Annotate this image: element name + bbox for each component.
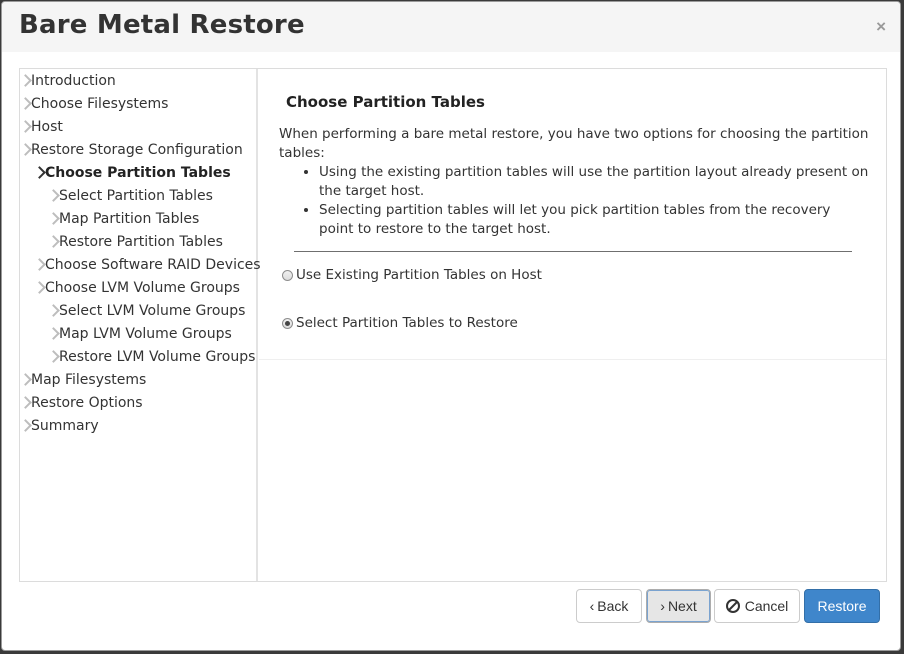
sidebar-step-item[interactable]: Choose Partition Tables: [20, 163, 256, 186]
chevron-right-icon: [47, 304, 60, 317]
sidebar-step-label: Choose Filesystems: [31, 96, 169, 112]
sidebar-step-label: Map Partition Tables: [59, 211, 200, 227]
sidebar-step-item[interactable]: Map Partition Tables: [20, 209, 256, 232]
sidebar-step-label: Select LVM Volume Groups: [59, 303, 246, 319]
step-content: Choose Partition Tables When performing …: [259, 69, 886, 360]
sidebar-step-item[interactable]: Choose Software RAID Devices: [20, 255, 261, 278]
wizard-panel: Introduction Choose Filesystems Host Restor…: [19, 68, 887, 582]
divider: [294, 251, 852, 252]
chevron-left-icon: ‹: [589, 598, 595, 614]
chevron-right-icon: [47, 350, 60, 363]
sidebar-step-label: Map Filesystems: [31, 372, 147, 388]
chevron-right-icon: [33, 166, 46, 179]
close-icon[interactable]: ×: [876, 18, 886, 35]
wizard-steps-sidebar: Introduction Choose Filesystems Host Restor…: [19, 69, 261, 581]
chevron-right-icon: [19, 97, 32, 110]
radio-label: Use Existing Partition Tables on Host: [296, 267, 542, 283]
sidebar-step-label: Map LVM Volume Groups: [59, 326, 232, 342]
cancel-button-label: Cancel: [744, 598, 789, 614]
sidebar-step-label: Choose Software RAID Devices: [45, 257, 261, 273]
restore-button[interactable]: Restore: [804, 589, 880, 623]
sidebar-step-item[interactable]: Choose LVM Volume Groups: [20, 278, 256, 301]
sidebar-step-label: Select Partition Tables: [59, 188, 213, 204]
step-intro: When performing a bare metal restore, yo…: [279, 126, 869, 161]
next-button-label: Next: [667, 598, 697, 614]
option-explanations: Using the existing partition tables will…: [279, 163, 869, 239]
sidebar-step-item[interactable]: Choose Filesystems: [19, 94, 256, 117]
sidebar-step-item[interactable]: Restore Storage Configuration: [19, 140, 256, 163]
back-button-label: Back: [597, 598, 629, 614]
step-description: When performing a bare metal restore, yo…: [279, 125, 869, 239]
sidebar-step-item[interactable]: Restore LVM Volume Groups: [20, 347, 256, 370]
sidebar-step-label: Restore Partition Tables: [59, 234, 223, 250]
chevron-right-icon: ›: [660, 598, 665, 614]
chevron-right-icon: [19, 143, 32, 156]
chevron-right-icon: [47, 327, 60, 340]
list-item: Using the existing partition tables will…: [319, 163, 869, 201]
cancel-button[interactable]: Cancel: [714, 589, 800, 623]
step-heading: Choose Partition Tables: [286, 93, 485, 111]
list-item: Selecting partition tables will let you …: [319, 201, 869, 239]
sidebar-step-label: Summary: [31, 418, 99, 434]
sidebar-step-item[interactable]: Map LVM Volume Groups: [20, 324, 256, 347]
sidebar-step-item[interactable]: Select Partition Tables: [20, 186, 256, 209]
chevron-right-icon: [47, 235, 60, 248]
sidebar-step-item[interactable]: Select LVM Volume Groups: [20, 301, 256, 324]
chevron-right-icon: [19, 373, 32, 386]
sidebar-step-item[interactable]: Restore Options: [19, 393, 256, 416]
sidebar-step-label: Restore Storage Configuration: [31, 142, 243, 158]
sidebar-step-label: Restore Options: [31, 395, 143, 411]
sidebar-step-item[interactable]: Restore Partition Tables: [20, 232, 256, 255]
sidebar-step-label: Choose LVM Volume Groups: [45, 280, 240, 296]
chevron-right-icon: [19, 419, 32, 432]
chevron-right-icon: [33, 258, 46, 271]
sidebar-step-label: Host: [31, 119, 63, 135]
dialog-header: Bare Metal Restore ×: [2, 2, 900, 52]
chevron-right-icon: [19, 74, 32, 87]
restore-button-label: Restore: [817, 598, 867, 614]
ban-icon: [725, 599, 740, 613]
bare-metal-restore-dialog: Bare Metal Restore × Introduction Choose …: [1, 1, 901, 651]
chevron-right-icon: [47, 212, 60, 225]
sidebar-step-label: Choose Partition Tables: [45, 165, 231, 181]
back-button[interactable]: ‹ Back: [576, 589, 642, 623]
chevron-right-icon: [33, 281, 46, 294]
sidebar-step-label: Restore LVM Volume Groups: [59, 349, 256, 365]
sidebar-step-item[interactable]: Introduction: [19, 71, 256, 94]
chevron-right-icon: [47, 189, 60, 202]
chevron-right-icon: [19, 396, 32, 409]
radio-label: Select Partition Tables to Restore: [296, 315, 518, 331]
sidebar-step-item[interactable]: Summary: [19, 416, 256, 439]
sidebar-step-item[interactable]: Map Filesystems: [19, 370, 256, 393]
dialog-title: Bare Metal Restore: [19, 10, 305, 40]
use-existing-partition-tables-option[interactable]: Use Existing Partition Tables on Host: [282, 266, 542, 286]
radio-button[interactable]: [282, 318, 293, 329]
sidebar-step-label: Introduction: [31, 73, 116, 89]
next-button[interactable]: › Next: [646, 589, 711, 623]
sidebar-step-item[interactable]: Host: [19, 117, 256, 140]
select-partition-tables-option[interactable]: Select Partition Tables to Restore: [282, 314, 518, 334]
chevron-right-icon: [19, 120, 32, 133]
radio-button[interactable]: [282, 270, 293, 281]
